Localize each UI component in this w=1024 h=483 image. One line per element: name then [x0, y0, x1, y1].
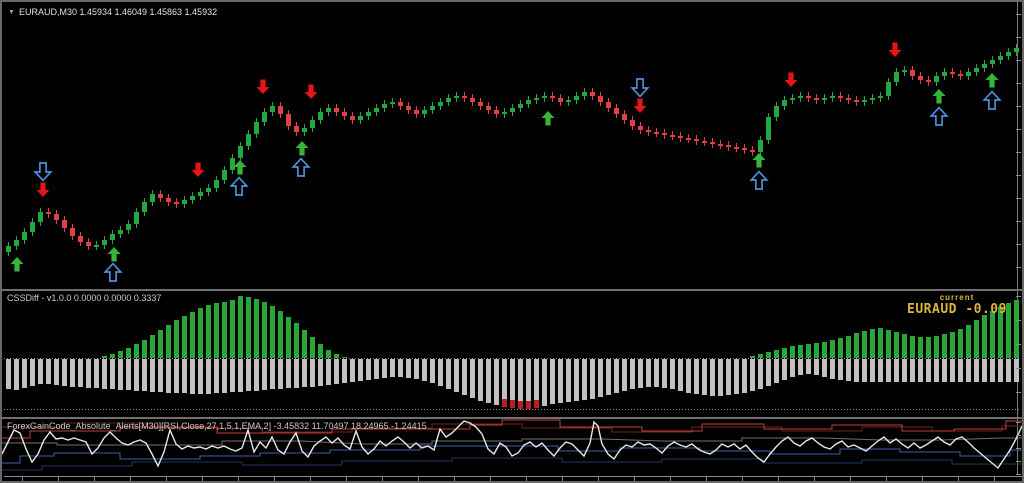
main-chart-panel[interactable] [2, 2, 1022, 289]
symbol-expand-icon[interactable]: ▼ [8, 9, 15, 16]
panel-splitter-2[interactable] [2, 417, 1022, 419]
time-axis[interactable] [2, 476, 1022, 481]
cssdiff-current-readout: current EURAUD -0.09 [900, 293, 1014, 317]
mt4-chart-window: ▼ EURAUD,M30 1.45934 1.46049 1.45863 1.45… [0, 0, 1024, 483]
main-chart-title: ▼ EURAUD,M30 1.45934 1.46049 1.45863 1.45… [8, 7, 217, 17]
cssdiff-title: CSSDiff - v1.0.0 0.0000 0.0000 0.3337 [7, 293, 162, 303]
current-value: EURAUD -0.09 [907, 302, 1007, 317]
current-label: current [939, 293, 975, 302]
cssdiff-panel[interactable] [2, 291, 1022, 417]
symbol-ohlc-text: EURAUD,M30 1.45934 1.46049 1.45863 1.459… [18, 7, 218, 17]
panel-splitter-1[interactable] [2, 289, 1022, 291]
fgc-title: ForexGainCode_Absolute_Alerts[M30][RSI,C… [7, 421, 427, 431]
price-axis[interactable] [1017, 2, 1022, 474]
